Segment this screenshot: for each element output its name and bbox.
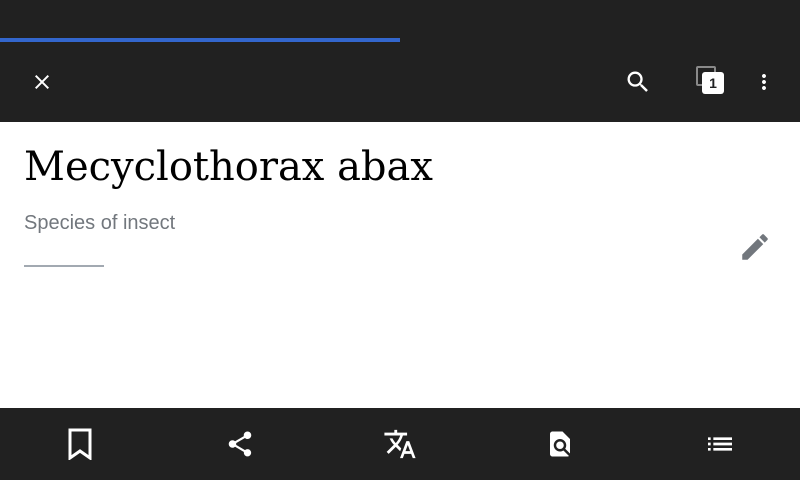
find-in-page-button[interactable] xyxy=(480,408,640,480)
close-button[interactable] xyxy=(18,58,66,106)
tabs-count-badge: 1 xyxy=(702,72,724,94)
edit-description-button[interactable] xyxy=(731,223,779,271)
search-icon xyxy=(627,71,648,92)
page-description: Species of insect xyxy=(24,212,176,234)
change-language-button[interactable] xyxy=(320,408,480,480)
tabs-button[interactable]: 1 xyxy=(686,58,734,106)
table-of-contents-button[interactable] xyxy=(640,408,800,480)
find-in-page-icon xyxy=(550,431,570,457)
top-toolbar: 1 xyxy=(0,42,800,122)
bookmark-icon xyxy=(68,428,92,460)
save-bookmark-button[interactable] xyxy=(0,408,160,480)
page-title: Mecyclothorax abax xyxy=(24,144,433,190)
pencil-icon xyxy=(742,234,768,260)
more-vert-icon xyxy=(762,74,766,90)
contents-icon xyxy=(708,437,732,451)
search-button[interactable] xyxy=(614,58,662,106)
status-bar xyxy=(0,0,800,38)
overflow-menu-button[interactable] xyxy=(740,58,788,106)
close-icon xyxy=(35,75,49,89)
title-divider xyxy=(24,265,104,267)
share-button[interactable] xyxy=(160,408,320,480)
translate-icon xyxy=(384,429,416,459)
share-icon xyxy=(228,431,252,457)
bottom-action-bar xyxy=(0,408,800,480)
article-header: Mecyclothorax abax Species of insect xyxy=(0,122,800,408)
